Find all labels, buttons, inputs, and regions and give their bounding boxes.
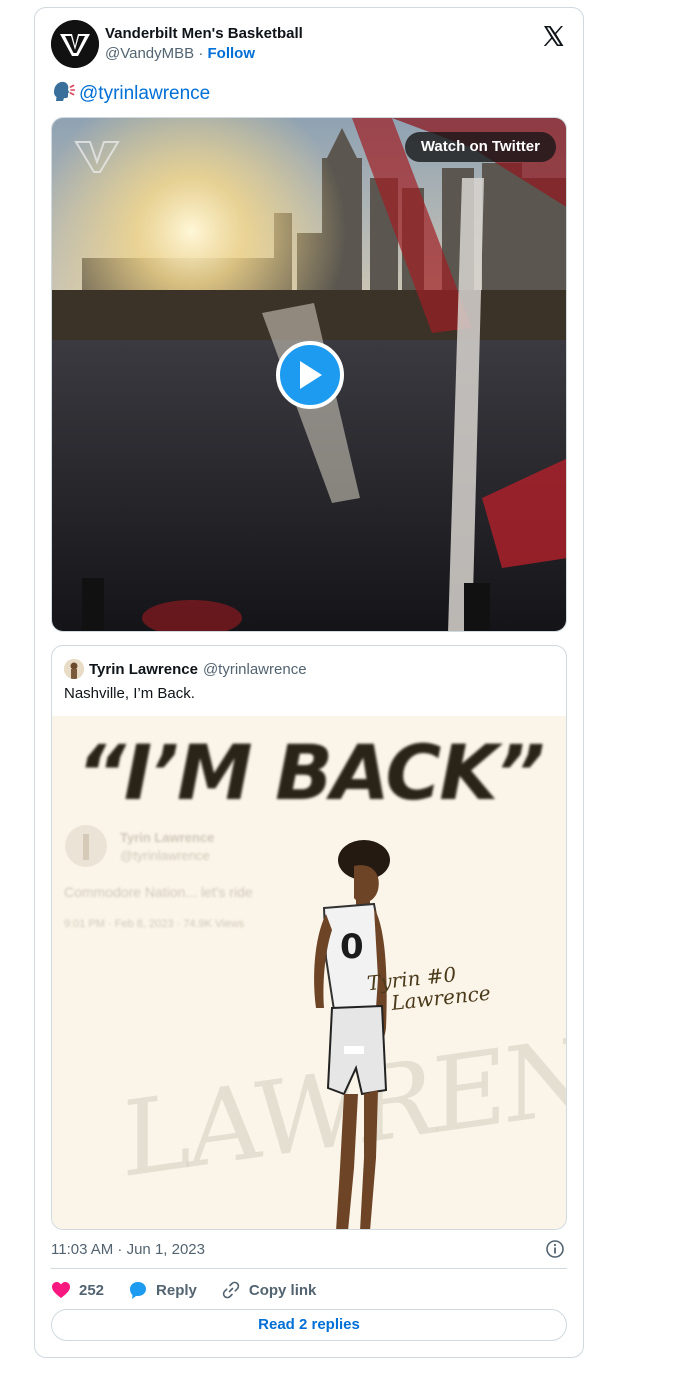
- ghost-name: Tyrin Lawrence: [120, 830, 215, 845]
- play-icon: [300, 361, 322, 389]
- x-logo-icon[interactable]: [541, 24, 565, 48]
- divider: [51, 1268, 567, 1269]
- info-icon[interactable]: [545, 1239, 565, 1259]
- account-handle[interactable]: @VandyMBB: [105, 45, 194, 62]
- tweet-actions: 252 Reply Copy link: [51, 1279, 340, 1301]
- speaking-head-icon: [54, 81, 75, 101]
- like-button[interactable]: 252: [51, 1281, 104, 1299]
- account-display-name[interactable]: Vanderbilt Men's Basketball: [105, 24, 303, 44]
- account-avatar[interactable]: [51, 20, 99, 68]
- follow-link[interactable]: Follow: [208, 45, 256, 62]
- handle-line: @VandyMBB · Follow: [105, 44, 303, 64]
- ghost-meta: 9:01 PM · Feb 8, 2023 · 74.9K Views: [64, 918, 245, 930]
- watch-on-twitter-button[interactable]: Watch on Twitter: [404, 132, 556, 162]
- heart-icon: [52, 1282, 70, 1298]
- reply-bubble-icon: [130, 1282, 147, 1299]
- vanderbilt-v-logo-icon: [51, 20, 99, 68]
- ghost-handle: @tyrinlawrence: [120, 848, 210, 863]
- quoted-tweet-text: Nashville, I’m Back.: [64, 685, 195, 702]
- handle-separator: ·: [194, 45, 208, 62]
- quoted-tweet-image: “I’M BACK” Tyrin Lawrence @tyrinlawrence…: [52, 716, 566, 1229]
- account-info: Vanderbilt Men's Basketball @VandyMBB · …: [105, 24, 303, 64]
- reply-button[interactable]: Reply: [128, 1280, 197, 1300]
- player-figure: 0: [314, 840, 390, 1229]
- reply-label: Reply: [156, 1281, 197, 1299]
- quoted-avatar: [64, 659, 84, 679]
- video-player[interactable]: Watch on Twitter: [51, 117, 567, 632]
- like-count: 252: [79, 1281, 105, 1299]
- ghost-avatar-icon: [65, 825, 107, 867]
- play-button[interactable]: [276, 341, 344, 409]
- quoted-handle: @tyrinlawrence: [202, 660, 307, 678]
- tweet-header: Vanderbilt Men's Basketball @VandyMBB · …: [51, 20, 567, 70]
- im-back-headline: “I’M BACK”: [76, 728, 545, 817]
- embedded-tweet-card: Vanderbilt Men's Basketball @VandyMBB · …: [34, 7, 584, 1358]
- quoted-tweet-header: Tyrin Lawrence @tyrinlawrence: [64, 658, 307, 680]
- tweet-text: @tyrinlawrence: [51, 80, 210, 107]
- jersey-number: 0: [340, 927, 364, 967]
- tweet-timestamp[interactable]: 11:03 AM · Jun 1, 2023: [51, 1241, 205, 1258]
- copy-link-label: Copy link: [248, 1281, 317, 1299]
- person-avatar-icon: [64, 659, 84, 679]
- link-icon: [222, 1281, 240, 1299]
- copy-link-button[interactable]: Copy link: [221, 1280, 317, 1300]
- read-replies-button[interactable]: Read 2 replies: [51, 1309, 567, 1341]
- quoted-display-name: Tyrin Lawrence: [89, 660, 198, 678]
- mention-link[interactable]: @tyrinlawrence: [79, 83, 210, 104]
- ghost-text: Commodore Nation... let's ride: [64, 884, 253, 900]
- quoted-tweet[interactable]: Tyrin Lawrence @tyrinlawrence Nashville,…: [51, 645, 567, 1230]
